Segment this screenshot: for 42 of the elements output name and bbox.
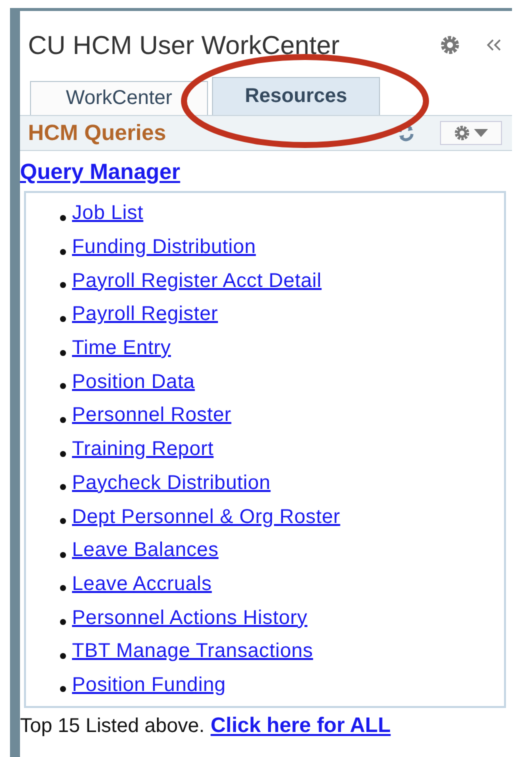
bullet-icon	[60, 619, 66, 626]
section-title: HCM Queries	[28, 120, 168, 146]
bullet-icon	[60, 652, 66, 659]
query-link[interactable]: Payroll Register	[72, 303, 218, 326]
query-link[interactable]: Job List	[72, 202, 144, 226]
bullet-icon	[60, 450, 66, 457]
bullet-icon	[60, 282, 66, 288]
bullet-icon	[60, 416, 66, 423]
window-title: CU HCM User WorkCenter	[28, 30, 341, 60]
bullet-icon	[60, 518, 66, 524]
query-link[interactable]: Position Funding	[72, 674, 226, 697]
footer-text: Top 15 Listed above.	[20, 715, 205, 738]
query-link[interactable]: Personnel Actions History	[72, 606, 308, 630]
bullet-icon	[60, 350, 66, 356]
caret-icon	[474, 129, 488, 137]
query-link[interactable]: TBT Manage Transactions	[72, 640, 314, 664]
query-link[interactable]: Time Entry	[72, 337, 171, 360]
options-menu-button[interactable]	[440, 121, 502, 145]
bullet-icon	[60, 585, 66, 592]
bullet-icon	[60, 316, 66, 322]
query-link[interactable]: Payroll Register Acct Detail	[72, 270, 322, 293]
settings-icon	[440, 35, 460, 55]
query-link[interactable]: Personnel Roster	[72, 404, 232, 428]
settings-icon	[454, 125, 470, 141]
tab[interactable]: WorkCenter	[30, 81, 208, 115]
bullet-icon	[60, 248, 66, 255]
query-link[interactable]: Position Data	[72, 370, 195, 394]
query-link[interactable]: Training Report	[72, 438, 214, 462]
query-link[interactable]: Dept Personnel & Org Roster	[72, 506, 340, 529]
bullet-icon	[60, 383, 66, 390]
bullet-icon	[60, 686, 66, 692]
query-link[interactable]: Funding Distribution	[72, 236, 256, 260]
query-manager-link[interactable]: Query Manager	[20, 151, 180, 185]
bullet-icon	[60, 214, 66, 221]
tab[interactable]: Resources	[212, 77, 380, 115]
query-link[interactable]: Leave Accruals	[72, 572, 212, 596]
bullet-icon	[60, 552, 66, 558]
collapse-icon[interactable]	[486, 38, 502, 52]
query-link[interactable]: Leave Balances	[72, 539, 219, 562]
bullet-icon	[60, 484, 66, 490]
query-link[interactable]: Paycheck Distribution	[72, 472, 271, 495]
show-all-link[interactable]: Click here for ALL	[210, 714, 391, 738]
